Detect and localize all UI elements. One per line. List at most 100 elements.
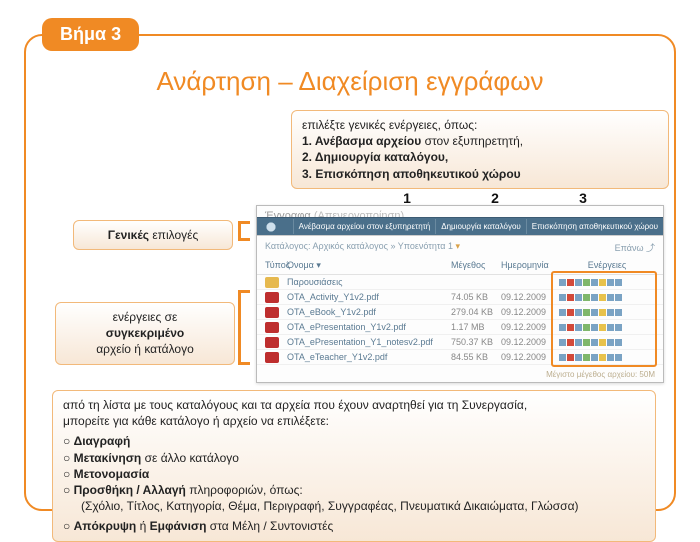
callout-item-operations: από τη λίστα με τους καταλόγους και τα α… — [52, 390, 656, 542]
action-icon[interactable] — [583, 309, 590, 316]
action-icon[interactable] — [575, 354, 582, 361]
th-name[interactable]: Όνομα ▾ — [287, 260, 451, 271]
action-icon[interactable] — [567, 294, 574, 301]
action-icon[interactable] — [559, 324, 566, 331]
file-name[interactable]: Παρουσιάσεις — [287, 277, 451, 287]
action-icon[interactable] — [599, 354, 606, 361]
action-icon[interactable] — [607, 309, 614, 316]
th-date[interactable]: Ημερομηνία — [501, 260, 559, 271]
callout-line: επιλέξτε γενικές ενέργειες, όπως: — [302, 117, 658, 133]
callout-line: 2. Δημιουργία καταλόγου, — [302, 149, 658, 165]
table-row[interactable]: OTA_eBook_Y1v2.pdf279.04 KB09.12.2009 — [257, 305, 663, 320]
file-date: 09.12.2009 — [501, 292, 559, 302]
action-icon[interactable] — [583, 324, 590, 331]
file-date: 09.12.2009 — [501, 352, 559, 362]
file-date: 09.12.2009 — [501, 322, 559, 332]
action-icon[interactable] — [599, 324, 606, 331]
action-icon[interactable] — [615, 339, 622, 346]
action-icon[interactable] — [615, 354, 622, 361]
file-date: 09.12.2009 — [501, 307, 559, 317]
action-icon[interactable] — [559, 339, 566, 346]
folder-icon — [265, 277, 279, 288]
gear-icon[interactable] — [263, 219, 279, 235]
callout-general-options: Γενικές επιλογές — [73, 220, 233, 250]
action-icon[interactable] — [583, 354, 590, 361]
table-row[interactable]: OTA_ePresentation_Y1_notesv2.pdf750.37 K… — [257, 335, 663, 350]
action-icon[interactable] — [599, 309, 606, 316]
action-icon[interactable] — [599, 339, 606, 346]
max-size-note: Μέγιστο μέγεθος αρχείου: 50M — [546, 370, 655, 379]
action-icon[interactable] — [559, 294, 566, 301]
pdf-icon — [265, 337, 279, 348]
action-icon[interactable] — [607, 339, 614, 346]
pdf-icon — [265, 352, 279, 363]
callout-item-actions: ενέργειες σε συγκεκριμένο αρχείο ή κατάλ… — [55, 302, 235, 365]
action-icon[interactable] — [567, 339, 574, 346]
action-icon[interactable] — [615, 324, 622, 331]
action-icon[interactable] — [607, 354, 614, 361]
table-row[interactable]: OTA_ePresentation_Y1v2.pdf1.17 MB09.12.2… — [257, 320, 663, 335]
file-name[interactable]: OTA_eTeacher_Y1v2.pdf — [287, 352, 451, 362]
file-name[interactable]: OTA_eBook_Y1v2.pdf — [287, 307, 451, 317]
create-folder-link[interactable]: Δημιουργία καταλόγου — [435, 219, 526, 234]
th-actions: Ενέργειες — [559, 260, 655, 271]
action-icon[interactable] — [591, 294, 598, 301]
row-actions — [559, 309, 655, 316]
panel-header: 123 Έγγραφα (Απενεργοποίηση) Ανέβασμα αρ… — [257, 206, 663, 236]
file-name[interactable]: OTA_Activity_Y1v2.pdf — [287, 292, 451, 302]
table-header: Τύπος Όνομα ▾ Μέγεθος Ημερομηνία Ενέργει… — [257, 257, 663, 275]
action-icon[interactable] — [559, 354, 566, 361]
action-icon[interactable] — [591, 339, 598, 346]
action-icon[interactable] — [599, 279, 606, 286]
action-icon[interactable] — [567, 309, 574, 316]
action-icon[interactable] — [615, 309, 622, 316]
documents-panel: 123 Έγγραφα (Απενεργοποίηση) Ανέβασμα αρ… — [256, 205, 664, 383]
callout-line: 1. Ανέβασμα αρχείου στον εξυπηρετητή, — [302, 133, 658, 149]
action-icon[interactable] — [591, 354, 598, 361]
file-size: 84.55 KB — [451, 352, 501, 362]
storage-overview-link[interactable]: Επισκόπηση αποθηκευτικού χώρου — [526, 219, 663, 234]
action-icon[interactable] — [591, 324, 598, 331]
action-icon[interactable] — [615, 294, 622, 301]
action-icon[interactable] — [575, 339, 582, 346]
action-icon[interactable] — [575, 294, 582, 301]
file-size: 750.37 KB — [451, 337, 501, 347]
action-icon[interactable] — [575, 309, 582, 316]
action-icon[interactable] — [607, 324, 614, 331]
action-icon[interactable] — [599, 294, 606, 301]
row-actions — [559, 339, 655, 346]
action-icon[interactable] — [607, 279, 614, 286]
table-row[interactable]: OTA_eTeacher_Y1v2.pdf84.55 KB09.12.2009 — [257, 350, 663, 365]
action-icon[interactable] — [583, 294, 590, 301]
upload-link[interactable]: Ανέβασμα αρχείου στον εξυπηρετητή — [293, 219, 436, 234]
action-icon[interactable] — [559, 279, 566, 286]
file-name[interactable]: OTA_ePresentation_Y1v2.pdf — [287, 322, 451, 332]
callout-line: 3. Επισκόπηση αποθηκευτικού χώρου — [302, 166, 658, 182]
file-size: 1.17 MB — [451, 322, 501, 332]
breadcrumb: Κατάλογος: Αρχικός κατάλογος » Υποενότητ… — [257, 236, 663, 257]
up-link[interactable]: Επάνω ⤴ — [615, 241, 655, 254]
action-icon[interactable] — [567, 354, 574, 361]
th-type[interactable]: Τύπος — [265, 260, 287, 271]
action-icon[interactable] — [607, 294, 614, 301]
pdf-icon — [265, 307, 279, 318]
action-icon[interactable] — [559, 309, 566, 316]
th-size[interactable]: Μέγεθος — [451, 260, 501, 271]
action-icon[interactable] — [575, 324, 582, 331]
action-icon[interactable] — [583, 279, 590, 286]
action-icon[interactable] — [615, 279, 622, 286]
table-row[interactable]: Παρουσιάσεις — [257, 275, 663, 290]
action-icon[interactable] — [583, 339, 590, 346]
action-icon[interactable] — [591, 309, 598, 316]
file-name[interactable]: OTA_ePresentation_Y1_notesv2.pdf — [287, 337, 451, 347]
table-row[interactable]: OTA_Activity_Y1v2.pdf74.05 KB09.12.2009 — [257, 290, 663, 305]
action-icon[interactable] — [567, 279, 574, 286]
action-icon[interactable] — [575, 279, 582, 286]
action-icon[interactable] — [567, 324, 574, 331]
action-icon[interactable] — [591, 279, 598, 286]
row-actions — [559, 294, 655, 301]
row-actions — [559, 279, 655, 286]
pdf-icon — [265, 292, 279, 303]
number-markers: 123 — [363, 190, 627, 206]
page-title: Ανάρτηση – Διαχείριση εγγράφων — [0, 66, 700, 97]
